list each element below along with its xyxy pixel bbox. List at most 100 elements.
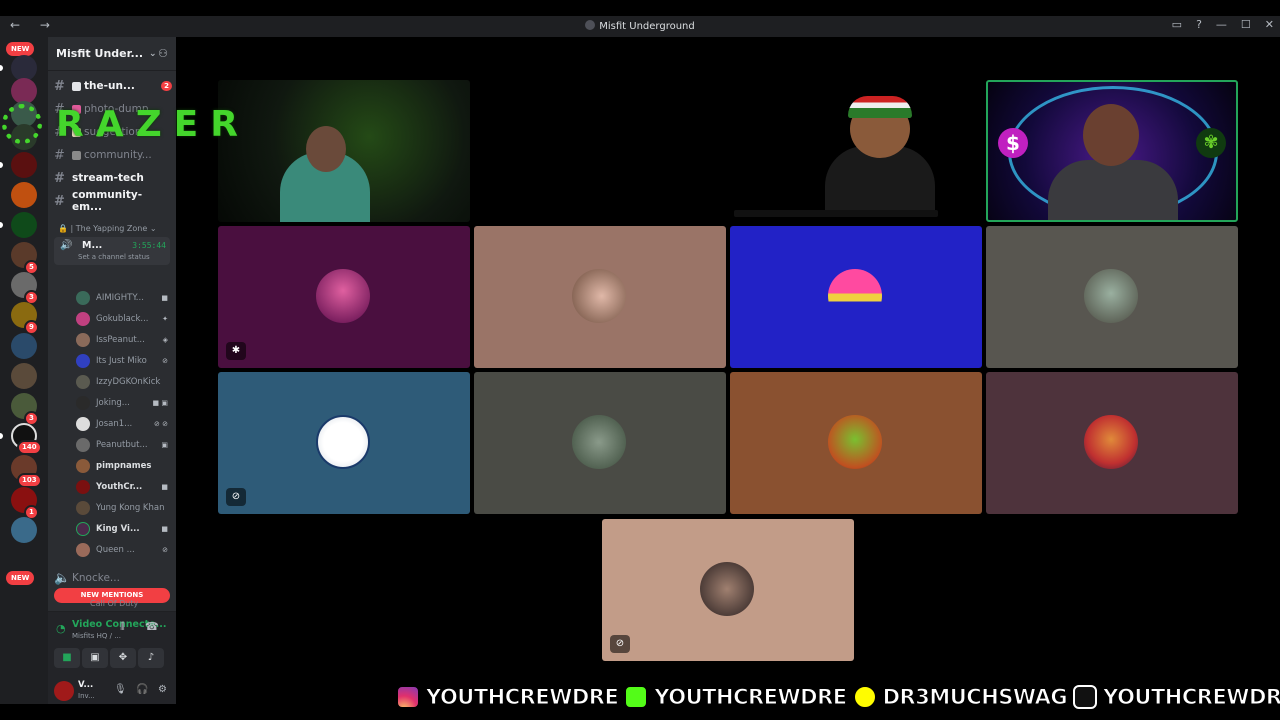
- new-unreads-pill[interactable]: NEW: [6, 571, 35, 585]
- username: V...: [78, 680, 94, 690]
- avatar: [76, 417, 90, 431]
- video-tile[interactable]: [218, 80, 470, 222]
- voice-timer: 3:55:44: [132, 241, 166, 250]
- participant-tile[interactable]: [730, 372, 982, 514]
- voice-user[interactable]: King Vi... ■: [76, 519, 168, 539]
- avatar: [76, 543, 90, 557]
- tiktok-icon: [1073, 685, 1098, 709]
- avatar: [572, 415, 626, 469]
- avatar: [76, 291, 90, 305]
- headphones-icon[interactable]: 🎧: [136, 684, 148, 695]
- dollar-icon: $: [998, 128, 1028, 158]
- gear-icon[interactable]: ⚙: [158, 684, 167, 695]
- inbox-icon[interactable]: ▭: [1172, 18, 1182, 31]
- avatar: [76, 459, 90, 473]
- server-header[interactable]: Misfit Under... ⌄ ⚇: [48, 37, 176, 71]
- voice-user[interactable]: Yung Kong Khan: [76, 498, 168, 518]
- voice-user[interactable]: Gokublack... ✦: [76, 309, 168, 329]
- camera-icon: ■: [161, 483, 168, 491]
- mention-badge: 140: [17, 440, 42, 455]
- invite-icon[interactable]: ⚇: [158, 47, 168, 60]
- participant-tile[interactable]: ⊘: [602, 519, 854, 661]
- title-bar: ← → Misfit Underground ▭ ? — ☐ ✕: [0, 16, 1280, 37]
- user-panel: V... Inv... 🎙 🎧 ⚙: [48, 678, 176, 704]
- disconnect-icon[interactable]: ☎: [145, 620, 159, 633]
- voice-category[interactable]: 🔒 | The Yapping Zone ⌄: [58, 224, 157, 233]
- server-icon[interactable]: [11, 517, 37, 543]
- avatar[interactable]: [54, 681, 74, 701]
- hash-icon: #: [54, 78, 65, 94]
- activities-button[interactable]: ✥: [110, 648, 136, 668]
- avatar: [1084, 269, 1138, 323]
- participant-tile[interactable]: [986, 226, 1238, 368]
- signal-icon[interactable]: ◔: [56, 622, 66, 635]
- channel-item[interactable]: # community-em...: [54, 189, 172, 213]
- voice-user[interactable]: Peanutbut... ▣: [76, 435, 168, 455]
- social-handles-overlay: YOUTHCREWDRE YOUTHCREWDRE DR3MUCHSWAG YO…: [396, 682, 1280, 712]
- overlay-strip: [734, 210, 938, 217]
- minimize-button[interactable]: —: [1216, 18, 1227, 31]
- avatar: [316, 415, 370, 469]
- screen-share-button[interactable]: ▣: [82, 648, 108, 668]
- channel-item[interactable]: # stream-tech: [54, 168, 172, 188]
- deafened-icon: ⊘: [162, 357, 168, 365]
- voice-channel-item[interactable]: Call Of Duty: [54, 597, 172, 609]
- camera-icon: ■: [161, 525, 168, 533]
- voice-user[interactable]: pimpnames: [76, 456, 168, 476]
- help-icon[interactable]: ?: [1196, 18, 1202, 31]
- voice-user[interactable]: Joking... ■ ▣: [76, 393, 168, 413]
- avatar: [572, 269, 626, 323]
- camera-button[interactable]: ■: [54, 648, 80, 668]
- voice-user[interactable]: YouthCr... ■: [76, 477, 168, 497]
- participant-tile[interactable]: ⊘: [218, 372, 470, 514]
- new-unreads-pill[interactable]: NEW: [6, 42, 35, 56]
- server-icon[interactable]: [11, 363, 37, 389]
- participant-tile[interactable]: [986, 372, 1238, 514]
- microphone-icon[interactable]: 🎙: [114, 684, 127, 695]
- connection-location[interactable]: Misfits HQ / ...: [72, 632, 121, 640]
- soundboard-button[interactable]: ♪: [138, 648, 164, 668]
- unread-pip: [0, 222, 3, 228]
- channel-status[interactable]: Set a channel status: [78, 253, 150, 261]
- razer-snake-icon: [2, 104, 42, 144]
- server-icon[interactable]: [11, 182, 37, 208]
- avatar: [76, 333, 90, 347]
- participant-tile[interactable]: [730, 226, 982, 368]
- server-icon[interactable]: [11, 152, 37, 178]
- channel-item[interactable]: # the-un... 2: [54, 76, 172, 96]
- social-handle: YOUTHCREWDRE: [1103, 685, 1280, 710]
- active-voice-channel[interactable]: 🔊 M... 3:55:44 Set a channel status: [54, 237, 170, 265]
- server-icon[interactable]: [11, 212, 37, 238]
- shield-icon: ◈: [162, 336, 168, 344]
- noise-suppression-icon[interactable]: ⦀: [120, 620, 125, 634]
- voice-user[interactable]: AIMIGHTY... ■: [76, 288, 168, 308]
- deafened-icon: ⊘: [226, 488, 246, 506]
- voice-channel-item[interactable]: 🔈 Knocke...: [54, 568, 172, 588]
- participant-tile[interactable]: [474, 372, 726, 514]
- voice-user[interactable]: Josan1... ⊘ ⊘: [76, 414, 168, 434]
- soundboard-icon: ✱: [226, 342, 246, 360]
- participant-hat: [848, 96, 912, 118]
- participant-tile[interactable]: ✱: [218, 226, 470, 368]
- close-button[interactable]: ✕: [1265, 18, 1274, 31]
- voice-user[interactable]: Its Just Miko ⊘: [76, 351, 168, 371]
- avatar: [1084, 415, 1138, 469]
- participant-tile[interactable]: [474, 226, 726, 368]
- voice-user[interactable]: IzzyDGKOnKick: [76, 372, 168, 392]
- muted-icon: ⊘: [610, 635, 630, 653]
- voice-user[interactable]: Queen ... ⊘: [76, 540, 168, 560]
- channel-item[interactable]: # community...: [54, 145, 172, 165]
- speaker-icon: 🔊: [60, 240, 73, 251]
- video-tile[interactable]: [730, 80, 982, 222]
- maximize-button[interactable]: ☐: [1241, 18, 1251, 31]
- instagram-icon: [396, 685, 420, 709]
- avatar: [828, 269, 882, 323]
- video-tile-speaking[interactable]: $ ✾: [986, 80, 1238, 222]
- voice-user[interactable]: IssPeanut... ◈: [76, 330, 168, 350]
- server-icon[interactable]: [11, 333, 37, 359]
- speaker-icon: 🔈: [54, 570, 71, 586]
- avatar: [76, 522, 90, 536]
- stream-icon: ✦: [162, 315, 168, 323]
- social-handle: YOUTHCREWDRE: [425, 685, 619, 710]
- camera-icon: ■ ▣: [152, 399, 168, 407]
